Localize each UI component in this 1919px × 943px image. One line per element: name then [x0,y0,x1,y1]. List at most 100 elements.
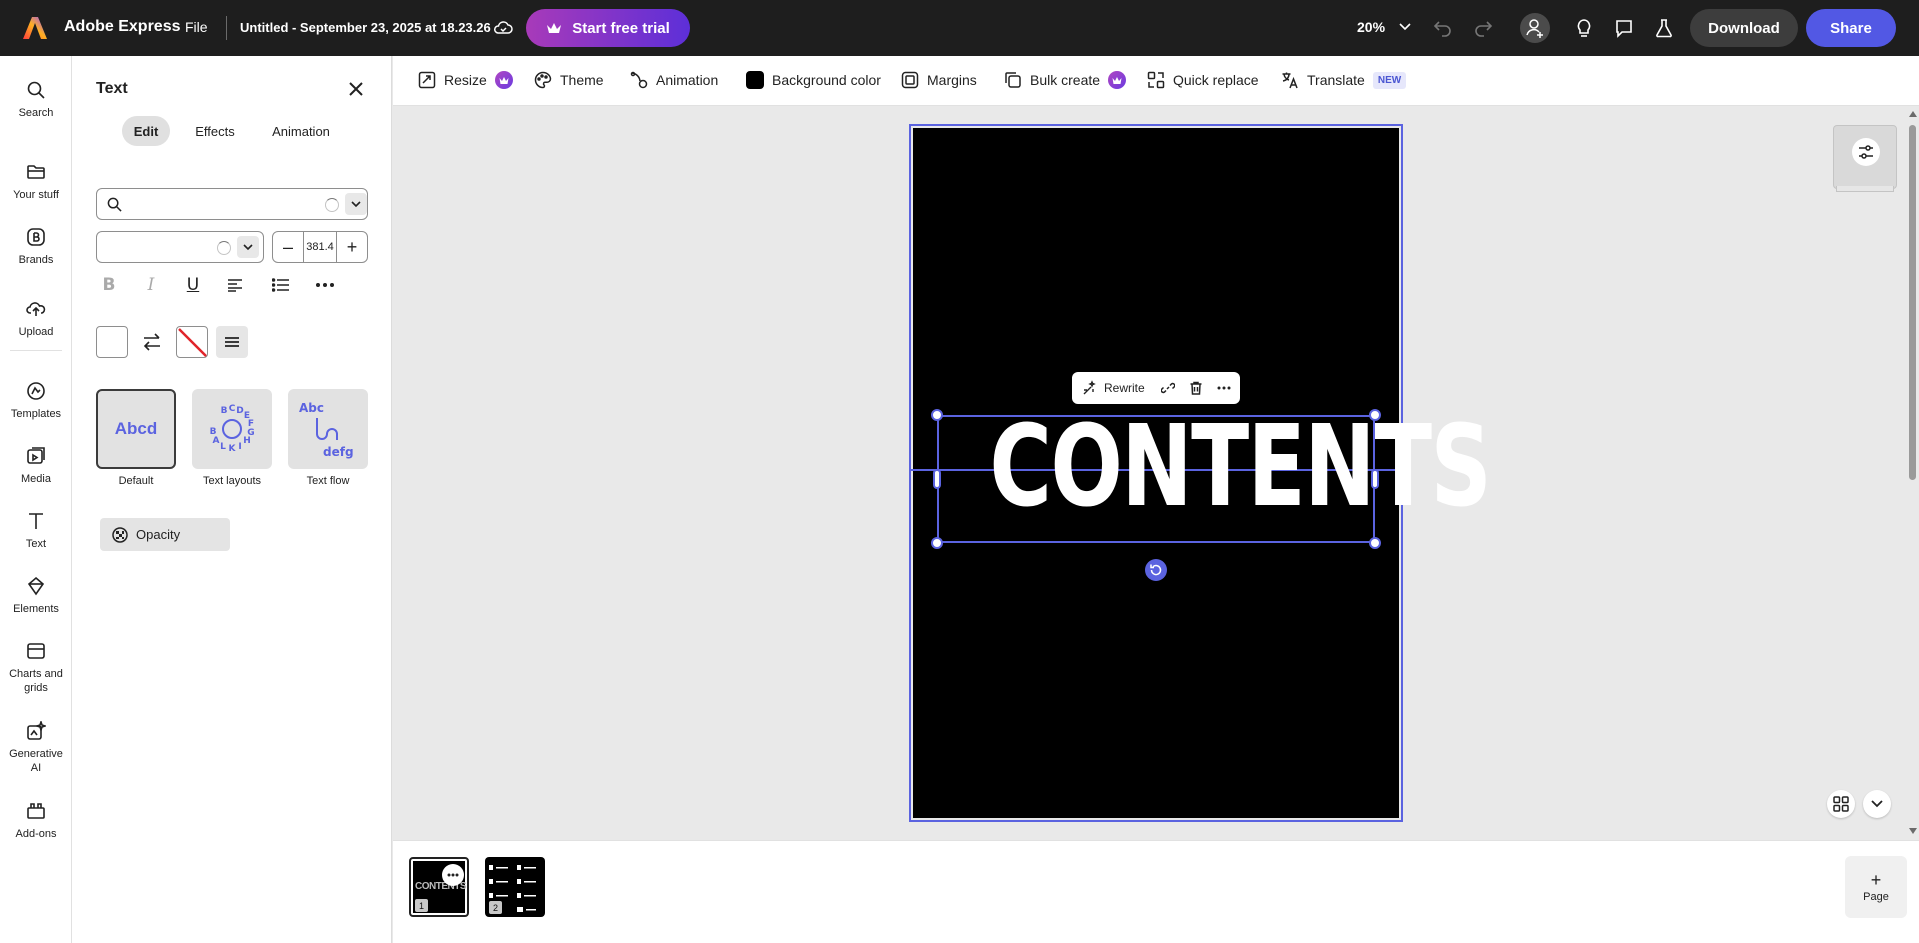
rail-item-brands[interactable]: Brands [0,227,72,267]
animation-label: Animation [656,72,719,88]
search-icon [27,81,45,99]
resize-handle-right[interactable] [1371,469,1379,489]
rail-label: Search [18,107,54,119]
more-icon[interactable] [1213,377,1235,399]
line-spacing-icon[interactable] [216,326,248,358]
share-button[interactable]: Share [1806,9,1896,47]
collapse-pages-icon[interactable] [1863,790,1891,818]
rail-item-elements[interactable]: Elements [0,576,72,616]
theme-label: Theme [560,72,604,88]
svg-text:K: K [229,444,237,454]
rail-label: Media [21,473,51,485]
upload-icon [26,302,46,316]
scroll-up-arrow-icon[interactable] [1909,111,1917,117]
tab-animation[interactable]: Animation [260,116,342,146]
more-icon[interactable] [442,864,464,886]
bold-icon[interactable]: B [96,272,122,298]
highlight-color-none-swatch[interactable] [176,326,208,358]
animation-button[interactable]: Animation [630,71,718,89]
font-size-value[interactable]: 381.4 [303,232,337,262]
flow-preview-top: Abc [299,401,324,415]
comment-icon[interactable] [1611,15,1637,41]
invite-user-icon[interactable] [1520,13,1550,43]
scroll-down-arrow-icon[interactable] [1909,828,1917,834]
rail-item-add-ons[interactable]: Add-ons [0,801,72,841]
page-thumbnail-2[interactable]: 2 [485,857,545,917]
list-icon[interactable] [268,272,294,298]
rail-item-upload[interactable]: Upload [0,299,72,339]
scrollbar-thumb[interactable] [1909,125,1916,480]
page-number: 1 [415,899,428,912]
page-thumbnail-1[interactable]: CONTENTS 1 [409,857,469,917]
rail-item-generative-ai[interactable]: Generative AI [0,721,72,775]
resize-handle-left[interactable] [933,469,941,489]
top-bar: Adobe Express File Untitled - September … [0,0,1919,56]
add-page-button[interactable]: + Page [1845,856,1907,918]
redo-icon[interactable] [1470,15,1496,41]
cloud-sync-icon[interactable] [492,17,514,39]
quick-replace-button[interactable]: Quick replace [1147,71,1259,89]
resize-handle-bottom-right[interactable] [1369,537,1381,549]
rewrite-button[interactable]: Rewrite [1104,381,1145,395]
grid-view-icon[interactable] [1827,790,1855,818]
more-icon[interactable] [312,272,338,298]
bulk-create-button[interactable]: Bulk create [1004,71,1127,89]
chevron-down-icon[interactable] [237,236,259,258]
rotate-handle[interactable] [1145,559,1167,581]
editor-toolbar: Resize Theme Animation Background color … [393,56,1919,106]
resize-handle-top-right[interactable] [1369,409,1381,421]
vertical-scrollbar[interactable] [1906,107,1919,840]
theme-button[interactable]: Theme [534,71,604,89]
flow-preview-bottom: defg [323,445,354,459]
font-size-stepper[interactable]: – 381.4 + [272,231,368,263]
italic-icon[interactable]: I [138,272,164,298]
translate-button[interactable]: Translate NEW [1281,71,1407,89]
rail-item-text[interactable]: Text [0,511,72,551]
decrease-size-button[interactable]: – [273,232,303,262]
rail-item-media[interactable]: Media [0,446,72,486]
loading-spinner-icon [325,198,339,212]
increase-size-button[interactable]: + [337,232,367,262]
undo-icon[interactable] [1430,15,1456,41]
underline-icon[interactable]: U [180,272,206,298]
rail-item-search[interactable]: Search [0,80,72,120]
resize-button[interactable]: Resize [418,71,513,89]
tab-edit[interactable]: Edit [122,116,170,146]
download-button[interactable]: Download [1690,9,1798,47]
file-menu[interactable]: File [185,19,208,35]
document-title[interactable]: Untitled - September 23, 2025 at 18.23.2… [240,20,491,35]
close-icon[interactable] [347,80,365,98]
zoom-control[interactable]: 20% [1357,19,1411,35]
trash-icon[interactable] [1185,377,1207,399]
rail-item-your-stuff[interactable]: Your stuff [0,162,72,202]
rewrite-icon[interactable] [1082,380,1098,396]
rail-label: Generative AI [9,748,63,774]
background-color-button[interactable]: Background color [746,71,881,89]
rail-item-charts-and-grids[interactable]: Charts and grids [0,641,72,695]
translate-icon [1282,72,1298,89]
opacity-button[interactable]: Opacity [100,518,230,551]
link-icon[interactable] [1157,377,1179,399]
lightbulb-icon[interactable] [1571,15,1597,41]
chevron-down-icon[interactable] [345,193,367,215]
font-search-input[interactable] [96,188,368,220]
new-badge: NEW [1372,71,1407,89]
resize-handle-bottom-left[interactable] [931,537,943,549]
adjust-icon[interactable] [1852,138,1880,166]
text-context-menu: Rewrite [1072,372,1240,404]
margins-button[interactable]: Margins [901,71,977,89]
rail-item-templates[interactable]: Templates [0,381,72,421]
adobe-express-logo-icon[interactable] [22,15,48,41]
tab-effects[interactable]: Effects [182,116,248,146]
text-color-swatch[interactable] [96,326,128,358]
style-default-card[interactable]: Abcd [96,389,176,469]
start-free-trial-button[interactable]: Start free trial [526,9,690,47]
style-text-flow-card[interactable]: Abc defg [288,389,368,469]
font-style-dropdown[interactable] [96,231,264,263]
style-text-layouts-card[interactable]: CDEFGHIKLABB [192,389,272,469]
resize-handle-top-left[interactable] [931,409,943,421]
flask-icon[interactable] [1651,15,1677,41]
align-left-icon[interactable] [222,272,248,298]
swap-colors-icon[interactable] [140,330,164,354]
svg-text:B: B [210,427,217,437]
